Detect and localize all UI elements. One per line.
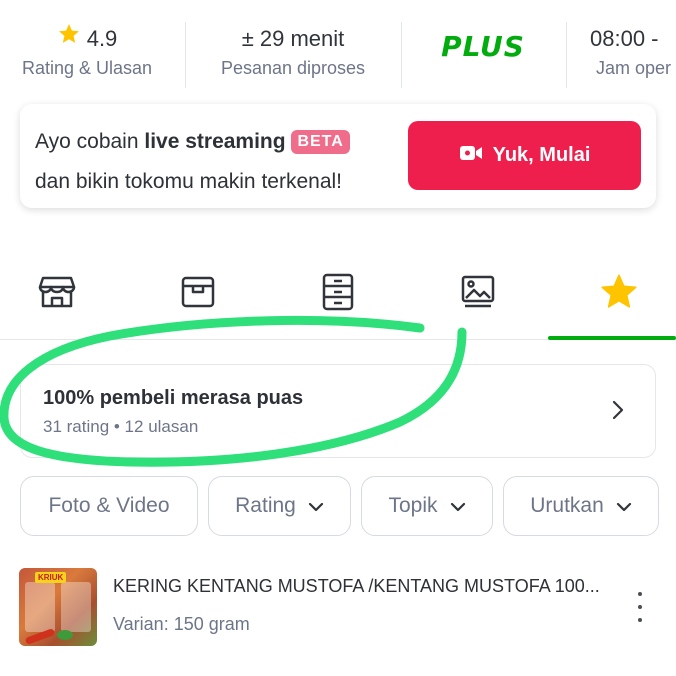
live-streaming-card: Ayo cobain live streaming BETA dan bikin… bbox=[20, 104, 656, 208]
review-item: KRIUK KERING KENTANG MUSTOFA /KENTANG MU… bbox=[0, 560, 676, 660]
rating-label: Rating & Ulasan bbox=[21, 58, 153, 78]
shop-tabs bbox=[0, 258, 676, 340]
thumbnail-badge: KRIUK bbox=[35, 572, 67, 583]
package-image bbox=[25, 582, 55, 632]
leaf-image bbox=[57, 630, 73, 640]
beta-badge: BETA bbox=[291, 130, 350, 154]
satisfaction-summary-card[interactable]: 100% pembeli merasa puas 31 rating • 12 … bbox=[20, 364, 656, 458]
hours-label: Jam oper bbox=[596, 58, 672, 78]
tab-reviews[interactable] bbox=[597, 272, 641, 316]
satisfaction-title: 100% pembeli merasa puas bbox=[43, 387, 304, 409]
filter-topic[interactable]: Topik bbox=[361, 476, 493, 536]
plus-logo: PLUS bbox=[441, 30, 525, 63]
process-time-value: ± 29 menit bbox=[241, 26, 345, 51]
package-image bbox=[61, 582, 91, 632]
video-camera-icon bbox=[459, 144, 483, 168]
more-options-icon[interactable] bbox=[630, 592, 650, 622]
shop-stats-row: 4.9 Rating & Ulasan ± 29 menit Pesanan d… bbox=[0, 0, 676, 100]
start-live-button[interactable]: Yuk, Mulai bbox=[408, 121, 641, 190]
filter-photo-video[interactable]: Foto & Video bbox=[20, 476, 198, 536]
filter-sort-label: Urutkan bbox=[530, 494, 604, 517]
filter-rating-label: Rating bbox=[235, 494, 296, 517]
product-thumbnail[interactable]: KRIUK bbox=[19, 568, 97, 646]
live-text-line2: dan bikin tokomu makin terkenal! bbox=[35, 170, 342, 193]
divider bbox=[185, 22, 186, 88]
divider bbox=[566, 22, 567, 88]
filter-sort[interactable]: Urutkan bbox=[503, 476, 659, 536]
rating-stat[interactable]: 4.9 Rating & Ulasan bbox=[18, 22, 156, 79]
chevron-down-icon bbox=[308, 494, 324, 518]
live-text-bold: live streaming bbox=[144, 130, 286, 153]
hours-stat: 08:00 - Jam oper bbox=[590, 22, 676, 79]
process-time-label: Pesanan diproses bbox=[220, 58, 366, 78]
active-tab-indicator bbox=[548, 336, 676, 340]
rating-value: 4.9 bbox=[86, 26, 118, 51]
divider bbox=[401, 22, 402, 88]
hours-value: 08:00 - bbox=[590, 26, 659, 51]
product-box-icon bbox=[179, 273, 217, 316]
filter-photo-video-label: Foto & Video bbox=[48, 494, 170, 517]
product-name[interactable]: KERING KENTANG MUSTOFA /KENTANG MUSTOFA … bbox=[113, 576, 613, 597]
catalog-icon bbox=[319, 272, 357, 317]
chevron-down-icon bbox=[616, 494, 632, 518]
star-icon bbox=[599, 272, 639, 317]
plus-badge[interactable]: PLUS bbox=[420, 30, 546, 63]
tab-home[interactable] bbox=[35, 272, 79, 316]
star-icon bbox=[57, 22, 81, 56]
start-live-label: Yuk, Mulai bbox=[492, 144, 591, 166]
tab-feed[interactable] bbox=[456, 272, 500, 316]
filter-topic-label: Topik bbox=[388, 494, 438, 517]
chevron-down-icon bbox=[450, 494, 466, 518]
filter-rating[interactable]: Rating bbox=[208, 476, 351, 536]
tab-catalog[interactable] bbox=[316, 272, 360, 316]
live-streaming-text: Ayo cobain live streaming BETA dan bikin… bbox=[35, 122, 350, 202]
tab-products[interactable] bbox=[176, 272, 220, 316]
product-variant: Varian: 150 gram bbox=[113, 614, 250, 634]
gallery-icon bbox=[459, 273, 497, 316]
process-time-stat: ± 29 menit Pesanan diproses bbox=[206, 22, 380, 79]
live-text-prefix: Ayo cobain bbox=[35, 130, 145, 153]
store-icon bbox=[37, 272, 77, 317]
chevron-right-icon bbox=[611, 399, 625, 426]
satisfaction-subtitle: 31 rating • 12 ulasan bbox=[43, 417, 199, 436]
